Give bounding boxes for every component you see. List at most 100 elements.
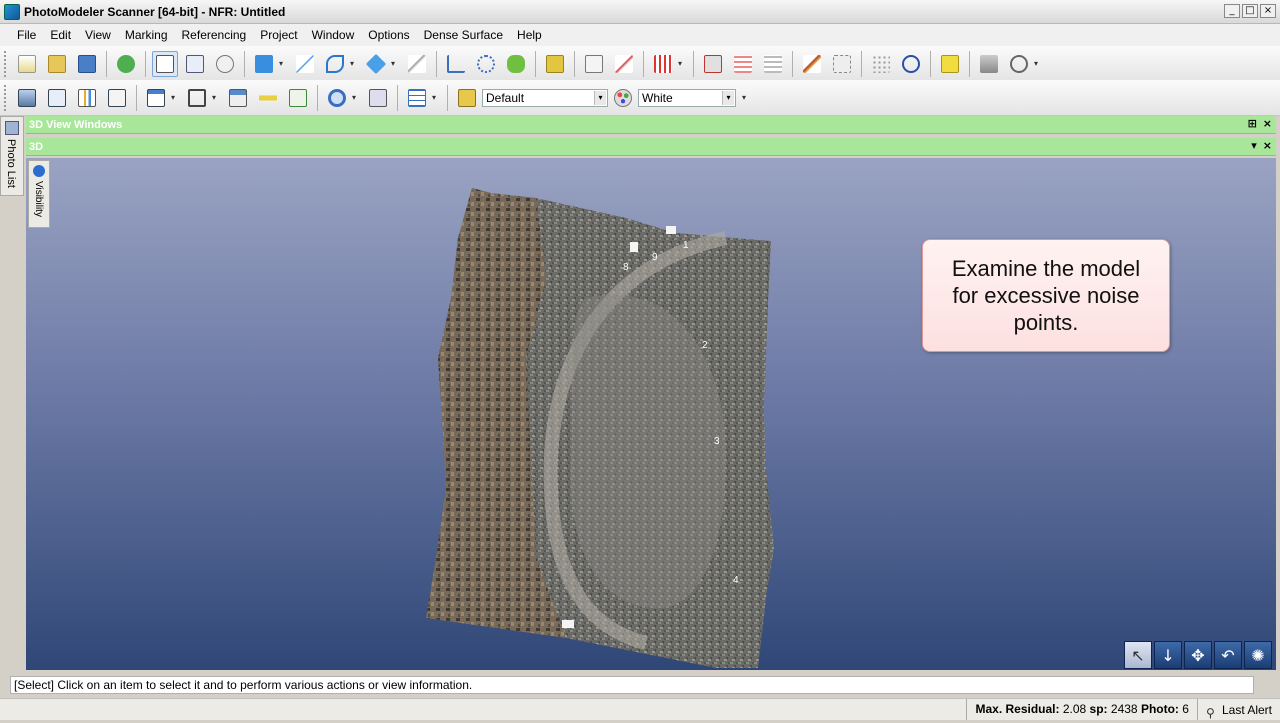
menu-window[interactable]: Window — [305, 28, 362, 42]
shape-icon[interactable] — [363, 51, 389, 77]
layers-icon[interactable] — [976, 51, 1002, 77]
header-controls: ▾ × — [1251, 139, 1272, 152]
point-label: 1 — [683, 240, 689, 251]
menu-project[interactable]: Project — [253, 28, 304, 42]
measure-icon[interactable] — [542, 51, 568, 77]
chevron-down-icon[interactable]: ▾ — [391, 59, 399, 68]
palette-icon[interactable] — [610, 85, 636, 111]
menu-referencing[interactable]: Referencing — [175, 28, 254, 42]
down-arrow-icon[interactable]: ↓ — [1154, 641, 1182, 669]
verify-icon[interactable] — [285, 85, 311, 111]
grid2-icon[interactable] — [760, 51, 786, 77]
maximize-button[interactable]: □ — [1242, 4, 1258, 18]
photo-value: 6 — [1182, 702, 1189, 716]
move-icon[interactable]: ✥ — [1184, 641, 1212, 669]
chart-icon[interactable] — [74, 85, 100, 111]
magnifier-icon[interactable] — [324, 85, 350, 111]
menu-help[interactable]: Help — [510, 28, 549, 42]
visibility-label: Visibility — [33, 181, 44, 217]
last-alert[interactable]: ⚲ Last Alert — [1196, 699, 1280, 720]
chevron-down-icon[interactable]: ▾ — [352, 93, 360, 102]
add-point-icon[interactable] — [251, 51, 277, 77]
3d-viewport[interactable]: 1 2 3 4 8 9 — [26, 158, 1276, 670]
menu-options[interactable]: Options — [361, 28, 416, 42]
background-color-select[interactable]: White ▾ — [638, 88, 736, 107]
chevron-down-icon[interactable]: ▾ — [594, 90, 606, 105]
chevron-down-icon[interactable]: ▾ — [1034, 59, 1042, 68]
toolbar-grip[interactable] — [4, 84, 8, 111]
menu-view[interactable]: View — [78, 28, 118, 42]
reference-icon[interactable] — [473, 51, 499, 77]
close-button[interactable]: × — [1260, 4, 1276, 18]
toolbar-grip[interactable] — [4, 50, 8, 77]
toolbar-separator — [861, 50, 862, 77]
pin-icon[interactable] — [611, 51, 637, 77]
box-icon[interactable] — [184, 85, 210, 111]
person-icon: ⚲ — [1205, 705, 1215, 720]
chevron-down-icon[interactable]: ▾ — [722, 90, 734, 105]
paint-icon[interactable] — [454, 85, 480, 111]
point-cloud-model[interactable]: 1 2 3 4 8 9 — [26, 158, 1276, 670]
undo-icon[interactable] — [113, 51, 139, 77]
toolbar-separator — [930, 50, 931, 77]
navigation-buttons: ↖ ↓ ✥ ↶ ✺ — [1124, 641, 1272, 669]
pencil-icon[interactable] — [799, 51, 825, 77]
chevron-down-icon[interactable]: ▾ — [432, 93, 440, 102]
chevron-down-icon[interactable]: ▾ — [212, 93, 220, 102]
menu-edit[interactable]: Edit — [43, 28, 78, 42]
residual-label: Max. Residual: — [975, 702, 1060, 716]
toolbar-separator — [643, 50, 644, 77]
zoom-view-icon[interactable] — [44, 85, 70, 111]
photo-view-icon[interactable] — [14, 85, 40, 111]
minimize-button[interactable]: _ — [1224, 4, 1240, 18]
close-icon[interactable]: × — [1263, 117, 1272, 130]
dense-grid-icon[interactable] — [730, 51, 756, 77]
check-icon[interactable] — [104, 85, 130, 111]
settings-icon[interactable]: ✺ — [1244, 641, 1272, 669]
edge-icon[interactable] — [443, 51, 469, 77]
line-icon[interactable] — [292, 51, 318, 77]
close-icon[interactable]: × — [1263, 139, 1272, 152]
menu-dense-surface[interactable]: Dense Surface — [417, 28, 510, 42]
grid-view-icon[interactable] — [404, 85, 430, 111]
visibility-tab[interactable]: Visibility — [28, 160, 50, 228]
table-icon[interactable] — [143, 85, 169, 111]
chevron-down-icon[interactable]: ▾ — [350, 59, 358, 68]
select-multiple-icon[interactable] — [182, 51, 208, 77]
toolbar-separator — [106, 50, 107, 77]
chevron-down-icon[interactable]: ▾ — [1251, 139, 1257, 152]
checklist-icon[interactable] — [581, 51, 607, 77]
panel-icon[interactable] — [225, 85, 251, 111]
chevron-down-icon[interactable]: ▾ — [678, 59, 686, 68]
chevron-down-icon[interactable]: ▾ — [279, 59, 287, 68]
dots-icon[interactable] — [868, 51, 894, 77]
marking-icon[interactable] — [700, 51, 726, 77]
photo-list-tab[interactable]: Photo List — [0, 116, 24, 196]
ruler-icon[interactable] — [404, 51, 430, 77]
select-icon[interactable] — [152, 50, 178, 77]
text-icon[interactable] — [829, 51, 855, 77]
pin-icon[interactable]: ⊞ — [1248, 117, 1257, 130]
chevron-down-icon[interactable]: ▾ — [171, 93, 179, 102]
menu-marking[interactable]: Marking — [118, 28, 175, 42]
chevron-down-icon[interactable]: ▾ — [742, 93, 750, 102]
delete-icon[interactable] — [212, 51, 238, 77]
no-icon[interactable] — [898, 51, 924, 77]
new-project-icon[interactable] — [14, 51, 40, 77]
render-style-select[interactable]: Default ▾ — [482, 88, 608, 107]
yellow-icon[interactable] — [937, 51, 963, 77]
background-color-value: White — [642, 90, 673, 105]
curve-icon[interactable] — [322, 51, 348, 77]
cursor-icon[interactable]: ↖ — [1124, 641, 1152, 669]
tape-icon[interactable] — [255, 85, 281, 111]
point-label: 9 — [652, 252, 658, 263]
grid-icon[interactable] — [650, 51, 676, 77]
save-icon[interactable] — [74, 51, 100, 77]
main-toolbar: ▾ ▾ ▾ ▾ ▾ — [0, 46, 1280, 82]
open-icon[interactable] — [44, 51, 70, 77]
camera-icon[interactable] — [1006, 51, 1032, 77]
menu-file[interactable]: File — [10, 28, 43, 42]
rotate-icon[interactable]: ↶ — [1214, 641, 1242, 669]
link-icon[interactable] — [503, 51, 529, 77]
fit-icon[interactable] — [365, 85, 391, 111]
